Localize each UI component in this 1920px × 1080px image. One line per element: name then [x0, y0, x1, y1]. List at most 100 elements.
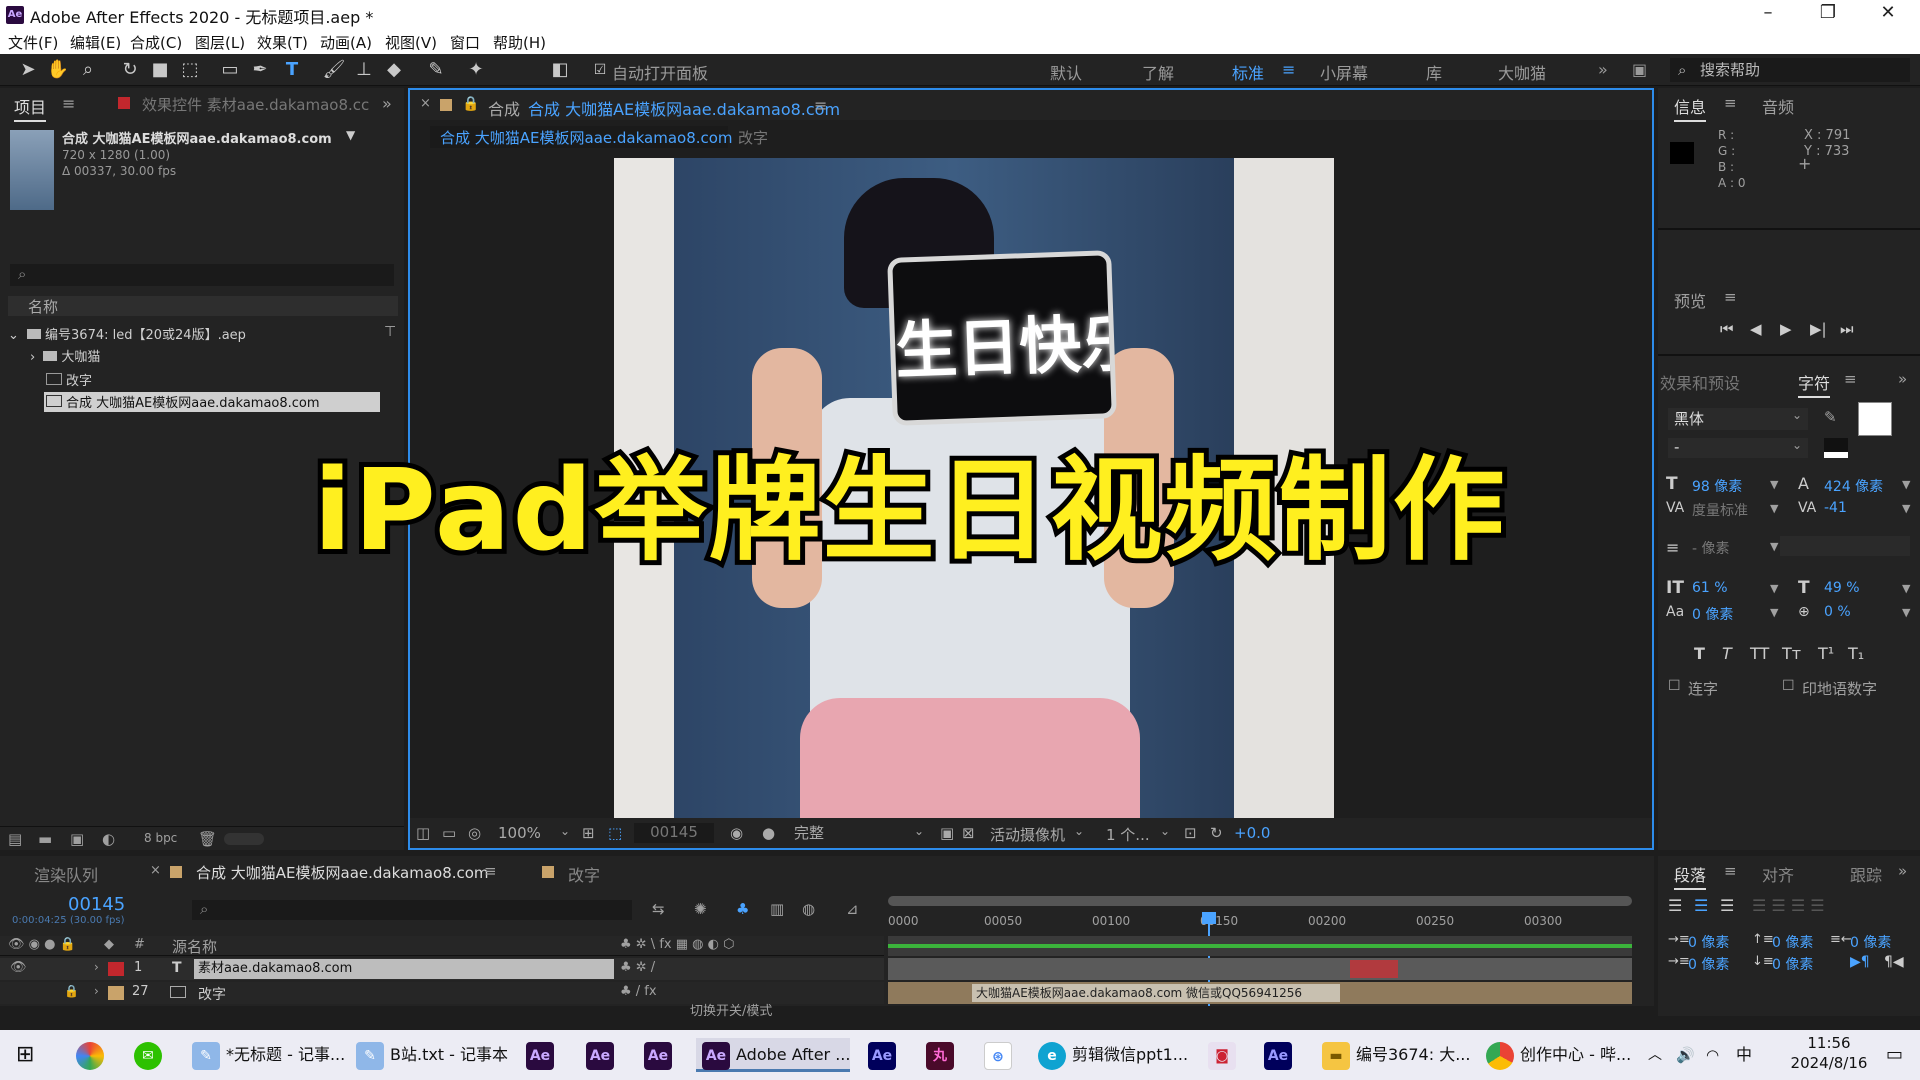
leading-value[interactable]: 424 像素	[1824, 476, 1883, 496]
hscale-dropdown-icon[interactable]: ▼	[1902, 582, 1910, 595]
motion-blur-icon[interactable]: ◍	[802, 900, 815, 918]
taskbar-notepad-2[interactable]: ✎ B站.txt - 记事本	[356, 1038, 508, 1072]
rectangle-tool-icon[interactable]: ▭	[218, 58, 242, 82]
baseline-dropdown-icon[interactable]: ▼	[1770, 606, 1778, 619]
snap-icon[interactable]: ◧	[548, 58, 572, 82]
camera-dropdown-icon[interactable]: ⌄	[1074, 824, 1084, 838]
faux-italic-icon[interactable]: T	[1722, 644, 1732, 663]
preview-menu-icon[interactable]: ≡	[1724, 288, 1737, 306]
ae-icon[interactable]: Ae	[644, 1041, 672, 1070]
align-center-icon[interactable]: ☰	[1694, 896, 1708, 915]
app-photo-icon[interactable]: ◙	[1208, 1041, 1236, 1070]
character-menu-icon[interactable]: ≡	[1844, 370, 1857, 388]
size-dropdown-icon[interactable]: ▼	[1770, 478, 1778, 491]
lock-icon[interactable]: 🔒	[462, 96, 479, 112]
layer-1-bar[interactable]	[888, 958, 1632, 980]
last-frame-icon[interactable]: ⏭	[1840, 320, 1854, 338]
new-comp-icon[interactable]: ▣	[70, 830, 84, 848]
start-icon[interactable]: ⊞	[16, 1038, 34, 1072]
stroke-type-select[interactable]	[1780, 536, 1910, 556]
menu-comp[interactable]: 合成(C)	[130, 32, 182, 53]
ime-indicator[interactable]: 中	[1736, 1038, 1752, 1072]
maximize-icon[interactable]: ❐	[1800, 2, 1856, 28]
stroke-width-value[interactable]: - 像素	[1692, 538, 1730, 558]
auto-open-checkbox[interactable]: ☑	[588, 58, 612, 82]
type-tool-icon[interactable]: T	[280, 58, 304, 82]
interpret-footage-icon[interactable]: ▤	[8, 830, 22, 848]
expand-icon[interactable]: »	[1898, 370, 1907, 388]
lock-icon[interactable]: 🔒	[64, 984, 79, 998]
workspace-menu-icon[interactable]: ≡	[1282, 60, 1295, 79]
vscale-dropdown-icon[interactable]: ▼	[1770, 582, 1778, 595]
stroke-dropdown-icon[interactable]: ▼	[1770, 540, 1778, 553]
first-line-value[interactable]: 0 像素	[1688, 954, 1729, 974]
thumbnail-slider[interactable]	[224, 833, 264, 845]
tsume-value[interactable]: 0 %	[1824, 604, 1851, 620]
wechat-icon[interactable]: ✉	[134, 1041, 162, 1070]
work-area-bar[interactable]	[888, 896, 1632, 906]
timeline-timecode[interactable]: 00145	[68, 894, 125, 915]
tab-paragraph[interactable]: 段落	[1674, 862, 1707, 890]
workspace-library[interactable]: 库	[1426, 60, 1442, 84]
timeline-menu-icon[interactable]: ≡	[484, 862, 497, 880]
snapshot-icon[interactable]: ◉	[730, 824, 743, 842]
app-pink-icon[interactable]: 丸	[926, 1041, 954, 1070]
brush-tool-icon[interactable]: 🖌	[322, 58, 346, 82]
fit-icon[interactable]: ⊞	[582, 824, 595, 842]
ligature-checkbox[interactable]: ☐	[1668, 678, 1681, 694]
new-folder-icon[interactable]: ▬	[38, 830, 52, 848]
play-icon[interactable]: ▶	[1780, 320, 1792, 338]
expand-panels-icon[interactable]: »	[382, 94, 392, 113]
paragraph-menu-icon[interactable]: ≡	[1724, 862, 1737, 880]
layer-name[interactable]: 素材aae.dakamao8.com	[194, 959, 614, 979]
align-left-icon[interactable]: ☰	[1668, 896, 1682, 915]
taskbar-notepad-1[interactable]: ✎ *无标题 - 记事...	[192, 1038, 345, 1072]
eyedropper-icon[interactable]: ✎	[1824, 408, 1837, 426]
ae-icon[interactable]: Ae	[526, 1041, 554, 1070]
direction-ltr-icon[interactable]: ▶¶	[1850, 954, 1870, 970]
zoom-level[interactable]: 100%	[498, 824, 541, 842]
faux-bold-icon[interactable]: T	[1694, 644, 1705, 663]
tab-effects-presets[interactable]: 效果和预设	[1660, 370, 1740, 394]
superscript-icon[interactable]: T¹	[1818, 644, 1834, 663]
project-settings-icon[interactable]: ◐	[102, 830, 115, 848]
close-tab-icon[interactable]: ×	[420, 96, 431, 111]
timecode-display[interactable]: 00145	[634, 823, 714, 843]
project-search-input[interactable]: ⌕	[10, 264, 394, 286]
tab-comp-title[interactable]: 合成 大咖猫AE模板网aae.dakamao8.com	[528, 96, 840, 120]
eraser-tool-icon[interactable]: ◆	[382, 58, 406, 82]
tab-project[interactable]: 项目	[14, 94, 47, 122]
indent-right-value[interactable]: 0 像素	[1850, 932, 1891, 952]
layer-search-input[interactable]: ⌕	[192, 900, 632, 920]
toggle-pixel-icon[interactable]: ⊡	[1184, 824, 1197, 842]
info-menu-icon[interactable]: ≡	[1724, 94, 1737, 112]
tab-audio[interactable]: 音频	[1762, 94, 1794, 118]
baseline-value[interactable]: 0 像素	[1692, 604, 1733, 624]
direction-rtl-icon[interactable]: ¶◀	[1884, 954, 1904, 970]
no-stroke-swatch[interactable]	[1824, 438, 1848, 458]
volume-icon[interactable]: 🔊	[1676, 1038, 1695, 1072]
breadcrumb-active[interactable]: 合成 大咖猫AE模板网aae.dakamao8.com	[430, 126, 733, 148]
font-family-select[interactable]: 黑体	[1668, 408, 1808, 430]
mask-icon[interactable]: ◎	[468, 824, 481, 842]
channel-icon[interactable]: ●	[762, 824, 775, 842]
taskbar-edge[interactable]: e 剪辑微信ppt1...	[1038, 1038, 1188, 1072]
app-circles-icon[interactable]: ⊛	[984, 1041, 1012, 1070]
trash-icon[interactable]: 🗑	[198, 830, 217, 848]
hindi-digits-checkbox[interactable]: ☐	[1782, 678, 1795, 694]
draft-3d-icon[interactable]: ✺	[694, 900, 707, 918]
expand-layer-icon[interactable]: ›	[94, 984, 99, 998]
first-frame-icon[interactable]: ⏮	[1720, 320, 1734, 338]
minimize-icon[interactable]: –	[1740, 2, 1796, 28]
workspace-default[interactable]: 默认	[1050, 60, 1082, 84]
wifi-icon[interactable]: ◠	[1706, 1038, 1719, 1072]
frame-blending-icon[interactable]: ▥	[770, 900, 784, 918]
close-tab-icon[interactable]: ×	[150, 863, 161, 878]
menu-help[interactable]: 帮助(H)	[493, 32, 546, 53]
menu-window[interactable]: 窗口	[450, 32, 480, 53]
rotate-tool-icon[interactable]: ↻	[118, 58, 142, 82]
camera-tool-icon[interactable]: ■	[148, 58, 172, 82]
roto-brush-icon[interactable]: ✎	[424, 58, 448, 82]
roi-icon[interactable]: ▣	[940, 824, 954, 842]
expand-icon[interactable]: »	[1898, 862, 1907, 880]
